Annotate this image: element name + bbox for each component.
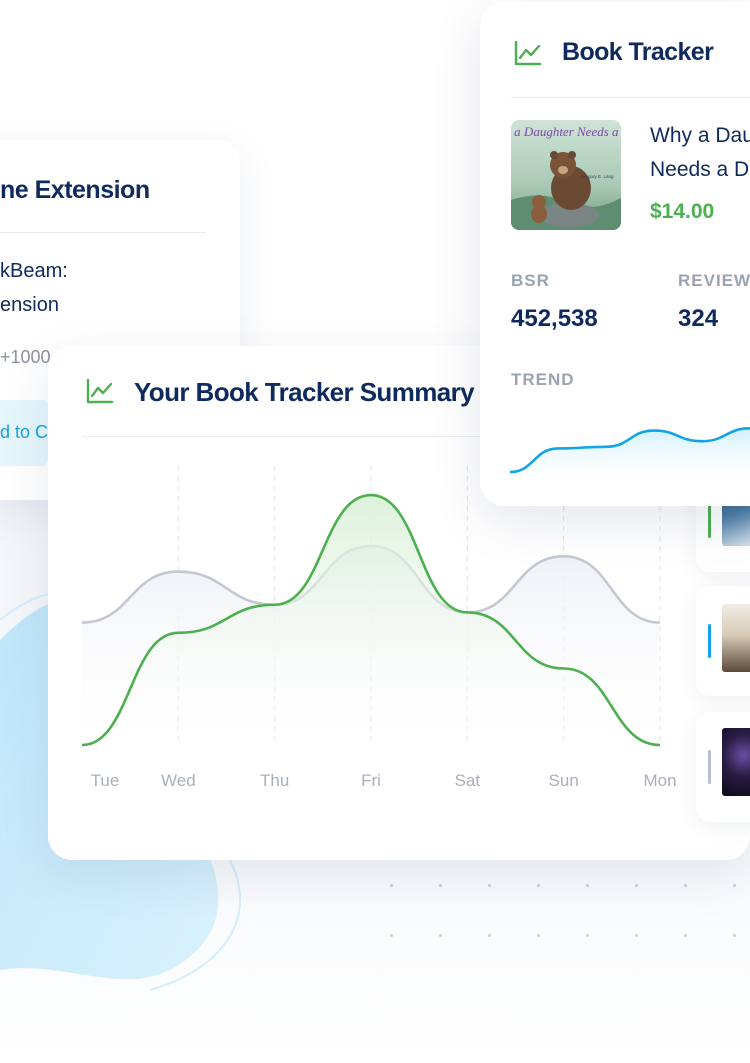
decorative-dot <box>439 884 442 887</box>
book-title-line2[interactable]: Needs a D <box>650 158 749 182</box>
reviews-value: 324 <box>678 305 719 332</box>
chart-x-tick-label: Thu <box>260 771 289 790</box>
book-list-cover <box>722 604 750 672</box>
decorative-dot <box>635 934 638 937</box>
decorative-dot <box>390 884 393 887</box>
chart-x-tick-label: Tue <box>91 771 120 790</box>
book-list-indicator <box>708 504 711 538</box>
bsr-label: BSR <box>511 271 550 290</box>
book-list-item[interactable] <box>696 712 750 822</box>
book-cover-title: Why a Daughter Needs a Dad <box>511 124 621 139</box>
decorative-dot <box>439 934 442 937</box>
trend-chart <box>509 427 750 490</box>
decorative-dot <box>537 884 540 887</box>
reviews-label: REVIEW <box>678 271 750 290</box>
book-price: $14.00 <box>650 200 715 223</box>
chart-x-tick-label: Sun <box>549 771 579 790</box>
book-tracker-divider <box>511 97 750 98</box>
decorative-dot <box>488 934 491 937</box>
decorative-dot <box>684 884 687 887</box>
book-list-indicator <box>708 624 711 658</box>
decorative-dot <box>684 934 687 937</box>
decorative-dot <box>733 934 736 937</box>
decorative-dot <box>537 934 540 937</box>
decorative-dots <box>382 876 750 946</box>
book-cover-image[interactable]: Why a Daughter Needs a Dad Gregory E. La… <box>511 120 621 230</box>
trend-line-icon <box>514 40 542 66</box>
bsr-value: 452,538 <box>511 305 598 332</box>
book-list-cover <box>722 728 750 796</box>
decorative-dot <box>586 884 589 887</box>
decorative-dot <box>586 934 589 937</box>
chart-x-tick-label: Mon <box>643 771 676 790</box>
decorative-dot <box>390 934 393 937</box>
chart-x-tick-label: Wed <box>161 771 196 790</box>
book-title-line1[interactable]: Why a Dau <box>650 124 750 148</box>
decorative-dot <box>635 884 638 887</box>
decorative-dot <box>488 884 491 887</box>
decorative-dot <box>733 884 736 887</box>
book-tracker-title: Book Tracker <box>562 38 714 66</box>
book-cover-author: Gregory E. Lang <box>580 174 614 179</box>
chart-x-tick-label: Sat <box>455 771 481 790</box>
book-list-item[interactable] <box>696 586 750 696</box>
book-list-indicator <box>708 750 711 784</box>
chart-x-tick-label: Fri <box>361 771 381 790</box>
